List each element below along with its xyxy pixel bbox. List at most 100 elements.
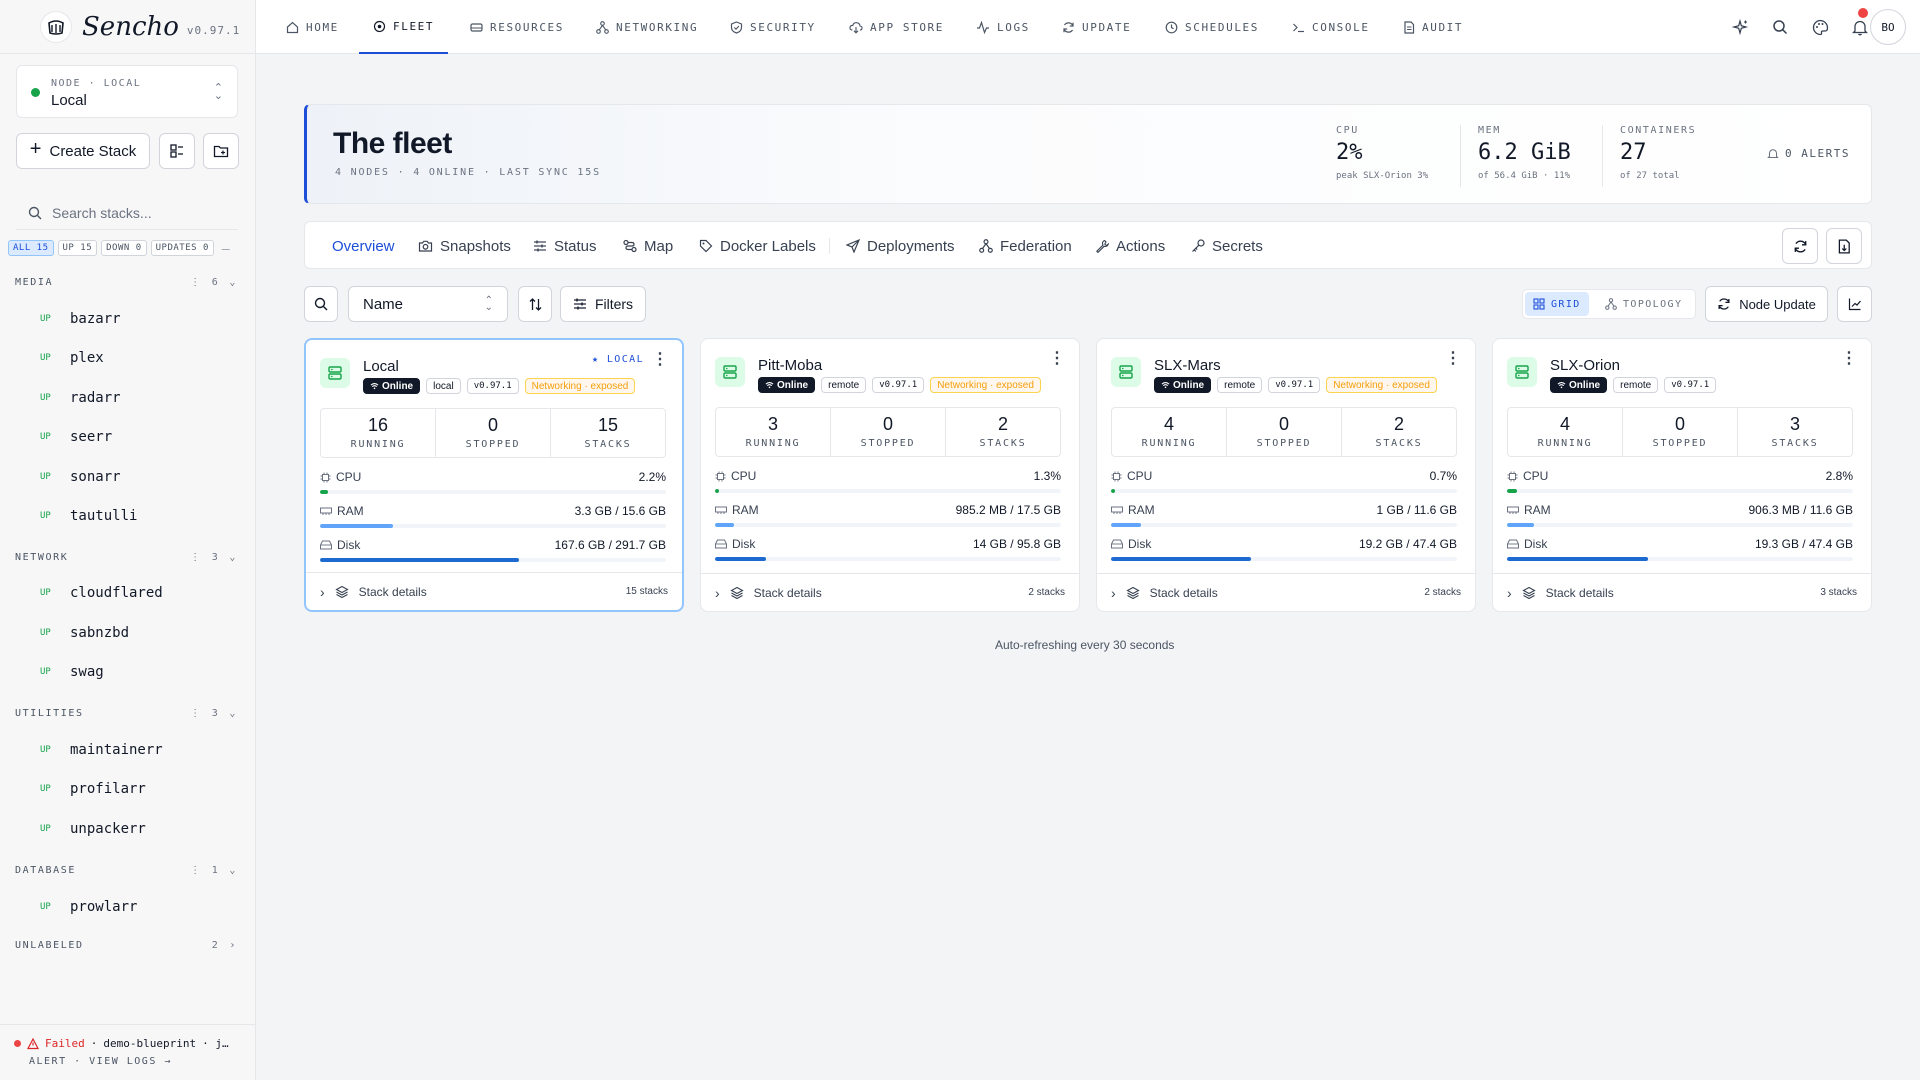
global-search-button[interactable] [1763, 10, 1797, 44]
group-unlabeled[interactable]: UNLABELED 2 › [15, 940, 237, 951]
tab-docker-labels[interactable]: Docker Labels [699, 222, 816, 270]
stack-item[interactable]: UP maintainerr [40, 742, 163, 758]
node-menu-kebab-icon[interactable]: ⋮ [1445, 351, 1461, 367]
ai-sparkle-button[interactable] [1723, 10, 1757, 44]
group-title: NETWORK [15, 552, 69, 563]
chip-all[interactable]: ALL 15 [8, 240, 54, 256]
stack-item[interactable]: UP seerr [40, 429, 112, 445]
search-nodes-button[interactable] [304, 286, 338, 322]
node-card[interactable]: SLX-Mars ⋮ Online remote v0.97.1 Networking ·… [1096, 338, 1476, 612]
stack-item[interactable]: UP cloudflared [40, 585, 163, 601]
node-card[interactable]: Local ★ LOCAL ⋮ Online local v0.97.1 Networkin… [304, 338, 684, 612]
tab-map[interactable]: Map [623, 222, 673, 270]
clock-icon [1165, 21, 1178, 33]
group-media[interactable]: MEDIA ⋮ 6 ⌄ [15, 277, 237, 288]
notification-badge [1858, 8, 1868, 18]
alerts-indicator[interactable]: 0 ALERTS [1767, 147, 1850, 160]
kebab-icon[interactable]: ⋮ [190, 865, 202, 876]
status-badge: Online [1154, 377, 1212, 393]
view-grid-button[interactable]: GRID [1525, 292, 1589, 316]
stack-item[interactable]: UP radarr [40, 390, 121, 406]
metric-label: RAM [732, 503, 759, 517]
stack-count: 15 stacks [625, 586, 668, 597]
nav-console[interactable]: CONSOLE [1292, 0, 1370, 54]
stack-details-toggle[interactable]: › Stack details 2 stacks [1097, 573, 1475, 611]
divider [1460, 125, 1461, 187]
nav-app-store[interactable]: APP STORE [849, 0, 944, 54]
kebab-icon[interactable]: ⋮ [190, 277, 202, 288]
kebab-icon[interactable]: ⋮ [190, 552, 202, 563]
sort-direction-button[interactable] [518, 286, 552, 322]
nav-resources[interactable]: RESOURCES [470, 0, 564, 54]
stack-item[interactable]: UP swag [40, 664, 104, 680]
nav-security[interactable]: SECURITY [730, 0, 816, 54]
memory-icon [320, 507, 332, 515]
stack-item[interactable]: UP sonarr [40, 469, 121, 485]
nav-networking[interactable]: NETWORKING [596, 0, 698, 54]
theme-button[interactable] [1803, 10, 1837, 44]
stat-sub: peak SLX-Orion 3% [1336, 171, 1429, 181]
tab-deployments[interactable]: Deployments [846, 222, 955, 270]
nav-home[interactable]: HOME [286, 0, 339, 54]
sort-select[interactable]: Name ⌃ ⌄ [348, 286, 508, 322]
brand[interactable]: Sencho v0.97.1 [0, 0, 255, 54]
node-menu-kebab-icon[interactable]: ⋮ [652, 352, 668, 368]
stack-item[interactable]: UP unpackerr [40, 821, 146, 837]
node-menu-kebab-icon[interactable]: ⋮ [1841, 351, 1857, 367]
view-topology-button[interactable]: TOPOLOGY [1597, 292, 1690, 316]
stack-details-toggle[interactable]: › Stack details 3 stacks [1493, 573, 1871, 611]
nav-logs[interactable]: LOGS [976, 0, 1030, 54]
nav-schedules[interactable]: SCHEDULES [1165, 0, 1259, 54]
nav-audit[interactable]: AUDIT [1403, 0, 1463, 54]
hard-drive-icon [470, 22, 483, 32]
tab-actions[interactable]: Actions [1095, 222, 1165, 270]
create-stack-button[interactable]: + Create Stack [16, 133, 150, 169]
group-network[interactable]: NETWORK ⋮ 3 ⌄ [15, 552, 237, 563]
stat-containers: CONTAINERS 27 of 27 total [1620, 125, 1696, 181]
node-card[interactable]: SLX-Orion ⋮ Online remote v0.97.1 4 RUNNING 0 ST… [1492, 338, 1872, 612]
stack-item[interactable]: UP bazarr [40, 311, 121, 327]
metric-value: 985.2 MB / 17.5 GB [955, 503, 1061, 517]
stack-item[interactable]: UP tautulli [40, 508, 137, 524]
nav-update[interactable]: UPDATE [1062, 0, 1131, 54]
avatar[interactable]: BO [1870, 9, 1906, 45]
node-update-button[interactable]: Node Update [1705, 286, 1828, 322]
export-button[interactable] [1826, 228, 1862, 264]
stack-item[interactable]: UP profilarr [40, 781, 146, 797]
group-count: 3 [211, 708, 220, 719]
kebab-icon[interactable]: ⋮ [190, 708, 202, 719]
new-folder-button[interactable] [203, 133, 239, 169]
nav-label: HOME [306, 20, 339, 34]
node-card[interactable]: Pitt-Moba ⋮ Online remote v0.97.1 Networking … [700, 338, 1080, 612]
node-selector[interactable]: NODE · LOCAL Local ⌃ ⌄ [16, 65, 238, 118]
stack-item[interactable]: UP prowlarr [40, 899, 137, 915]
node-menu-kebab-icon[interactable]: ⋮ [1049, 351, 1065, 367]
alert-actions[interactable]: ALERT · VIEW LOGS → [14, 1056, 242, 1067]
sidebar-alert[interactable]: Failed · demo-blueprint · j… ALERT · VIE… [0, 1024, 256, 1080]
tab-overview[interactable]: Overview [332, 222, 395, 270]
fleet-icon [373, 20, 386, 32]
tab-snapshots[interactable]: Snapshots [418, 222, 511, 270]
group-database[interactable]: DATABASE ⋮ 1 ⌄ [15, 865, 237, 876]
filters-button[interactable]: Filters [560, 286, 646, 322]
refresh-button[interactable] [1782, 228, 1818, 264]
bulk-view-button[interactable] [159, 133, 195, 169]
stack-details-toggle[interactable]: › Stack details 15 stacks [306, 572, 682, 610]
stack-item[interactable]: UP plex [40, 350, 104, 366]
group-title: UTILITIES [15, 708, 84, 719]
chip-collapse[interactable]: – [222, 240, 230, 256]
stack-details-toggle[interactable]: › Stack details 2 stacks [701, 573, 1079, 611]
stopped-count: 0 STOPPED [436, 409, 551, 457]
tab-secrets[interactable]: Secrets [1191, 222, 1263, 270]
metrics-chart-button[interactable] [1837, 286, 1872, 322]
chip-updates[interactable]: UPDATES 0 [150, 240, 214, 256]
stack-search-input[interactable]: Search stacks... [16, 196, 238, 230]
tab-status[interactable]: Status [533, 222, 597, 270]
arrows-up-down-icon [529, 297, 541, 311]
nav-fleet[interactable]: FLEET [359, 0, 449, 54]
stack-item[interactable]: UP sabnzbd [40, 625, 129, 641]
chip-down[interactable]: DOWN 0 [101, 240, 147, 256]
tab-federation[interactable]: Federation [979, 222, 1072, 270]
group-utilities[interactable]: UTILITIES ⋮ 3 ⌄ [15, 708, 237, 719]
chip-up[interactable]: UP 15 [57, 240, 98, 256]
